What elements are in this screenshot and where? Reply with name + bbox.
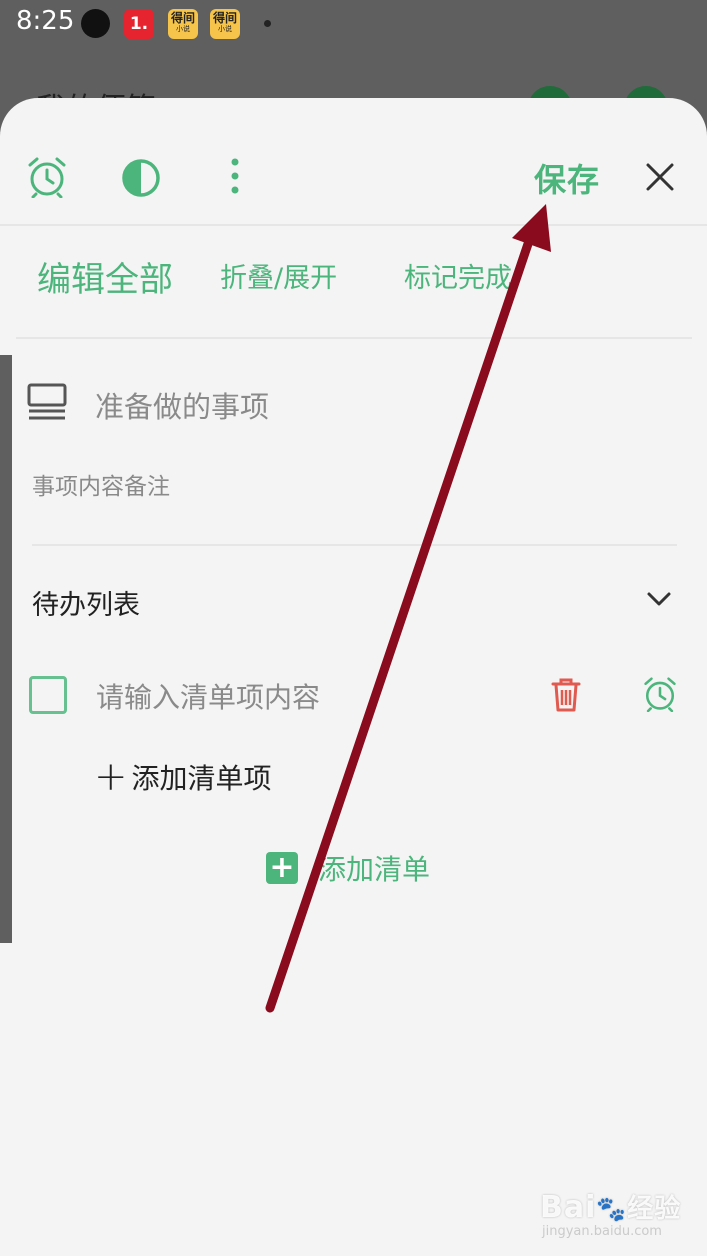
close-icon[interactable]: [645, 162, 675, 192]
mark-done-button[interactable]: 标记完成: [404, 256, 512, 295]
watermark-brand-cn: 经验: [627, 1194, 682, 1224]
app-1-icon: 1.: [124, 9, 154, 39]
note-input[interactable]: 事项内容备注: [32, 467, 170, 501]
plus-icon: +: [94, 754, 128, 800]
save-button[interactable]: 保存: [534, 155, 600, 201]
note-divider: [32, 544, 677, 546]
add-item-label: 添加清单项: [131, 762, 272, 795]
novel-app-icon: 得间 小说: [168, 9, 198, 39]
chevron-down-icon[interactable]: [646, 589, 672, 609]
status-bar: 8:25 1. 得间 小说 得间 小说: [0, 0, 707, 48]
contrast-icon[interactable]: [121, 158, 161, 198]
add-list-button[interactable]: + 添加清单: [266, 848, 430, 888]
trash-icon[interactable]: [551, 677, 581, 713]
add-item-button[interactable]: + 添加清单项: [94, 757, 272, 797]
toolbar-divider: [0, 224, 707, 226]
fold-expand-button[interactable]: 折叠/展开: [220, 256, 337, 295]
add-box-icon: +: [266, 852, 298, 884]
alarm-icon[interactable]: [27, 156, 67, 198]
notification-dot-icon: [81, 9, 110, 38]
background-edge: [0, 355, 12, 943]
edit-all-button[interactable]: 编辑全部: [37, 252, 173, 301]
list-view-icon: [27, 383, 67, 420]
item-alarm-icon[interactable]: [643, 676, 677, 712]
paw-icon: 🐾: [596, 1195, 628, 1223]
title-input[interactable]: 准备做的事项: [95, 384, 269, 426]
novel-app-icon: 得间 小说: [210, 9, 240, 39]
small-dot-icon: [264, 20, 271, 27]
watermark: Bai🐾经验 jingyan.baidu.com: [540, 1188, 682, 1239]
item-checkbox[interactable]: [29, 676, 67, 714]
add-list-label: 添加清单: [318, 853, 431, 886]
watermark-site: jingyan.baidu.com: [542, 1224, 662, 1239]
checklist-title: 待办列表: [32, 590, 140, 621]
checklist-item-input[interactable]: 请输入清单项内容: [96, 676, 320, 716]
more-vert-icon[interactable]: [228, 156, 242, 198]
actions-divider: [16, 337, 692, 339]
watermark-brand: Bai: [540, 1190, 597, 1225]
status-time: 8:25: [16, 6, 75, 36]
